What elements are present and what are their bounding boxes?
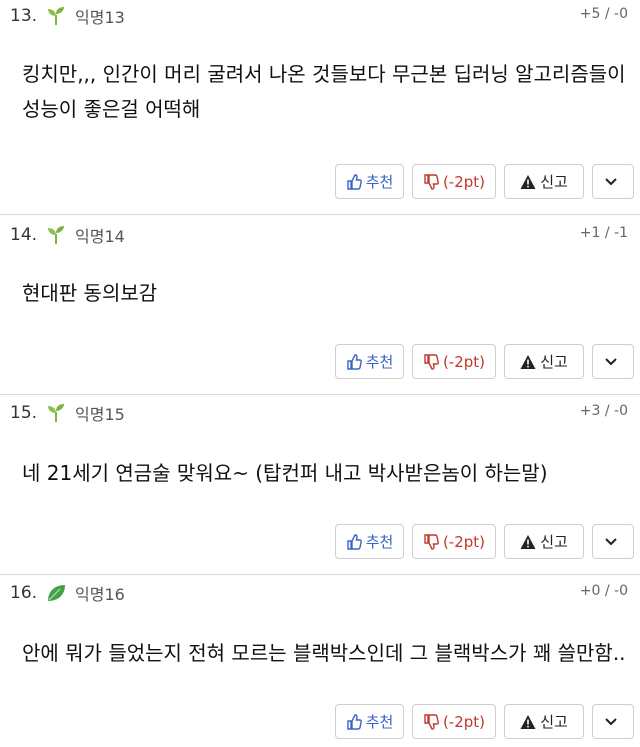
upvote-label: 추천 <box>365 173 394 191</box>
comment-number: 14. <box>10 225 38 245</box>
comment-actions: 추천 (-2pt) 신고 <box>335 704 634 739</box>
upvote-button[interactable]: 추천 <box>335 524 404 559</box>
thumbs-up-icon <box>346 713 362 730</box>
comment-number: 13. <box>10 6 38 26</box>
comment-text-line: 안에 뭐가 들었는지 전혀 모르는 블랙박스인데 그 블랙박스가 꽤 쓸만함.. <box>22 641 626 665</box>
comment-header: 15. 익명15 <box>10 401 125 425</box>
report-button[interactable]: 신고 <box>504 164 584 199</box>
downvote-button[interactable]: (-2pt) <box>412 164 496 199</box>
warning-icon <box>520 714 536 729</box>
comment-header: 13. 익명13 <box>10 4 125 28</box>
more-button[interactable] <box>592 704 634 739</box>
report-label: 신고 <box>540 353 568 371</box>
upvote-label: 추천 <box>365 353 394 371</box>
warning-icon <box>520 534 536 549</box>
comment-header: 14. 익명14 <box>10 223 125 247</box>
downvote-label: (-2pt) <box>442 712 486 731</box>
comment-number: 15. <box>10 403 38 423</box>
comment-author[interactable]: 익명16 <box>75 581 125 605</box>
comment-item: 13. 익명13 +5 / -0 킹치만,,, 인간이 머리 굴려서 나온 것들… <box>0 0 640 215</box>
sprout-icon <box>45 402 67 424</box>
comment-actions: 추천 (-2pt) 신고 <box>335 524 634 559</box>
downvote-button[interactable]: (-2pt) <box>412 704 496 739</box>
upvote-button[interactable]: 추천 <box>335 344 404 379</box>
report-button[interactable]: 신고 <box>504 704 584 739</box>
comment-text: 안에 뭐가 들었는지 전혀 모르는 블랙박스인데 그 블랙박스가 꽤 쓸만함.. <box>22 636 626 671</box>
comment-header: 16. 익명16 <box>10 581 125 605</box>
comment-text-line: 현대판 동의보감 <box>22 281 158 305</box>
thumbs-up-icon <box>346 173 362 190</box>
more-button[interactable] <box>592 164 634 199</box>
comment-author[interactable]: 익명13 <box>75 4 125 28</box>
upvote-label: 추천 <box>365 713 394 731</box>
comment-text: 현대판 동의보감 <box>22 276 626 311</box>
downvote-label: (-2pt) <box>442 532 486 551</box>
vote-count: +0 / -0 <box>579 583 628 599</box>
downvote-button[interactable]: (-2pt) <box>412 344 496 379</box>
thumbs-up-icon <box>346 353 362 370</box>
comment-actions: 추천 (-2pt) 신고 <box>335 344 634 379</box>
thumbs-down-icon <box>424 353 439 370</box>
comment-text-line: 킹치만,,, 인간이 머리 굴려서 나온 것들보다 무근본 딥러닝 알고리즘들이 <box>22 62 626 86</box>
report-label: 신고 <box>540 533 568 551</box>
chevron-down-icon <box>605 537 617 545</box>
vote-count: +3 / -0 <box>579 403 628 419</box>
comment-item: 16. 익명16 +0 / -0 안에 뭐가 들었는지 전혀 모르는 블랙박스인… <box>0 575 640 747</box>
thumbs-down-icon <box>424 173 439 190</box>
comment-author[interactable]: 익명15 <box>75 401 125 425</box>
vote-count: +5 / -0 <box>579 6 628 22</box>
comment-text-line: 성능이 좋은걸 어떡해 <box>22 97 201 121</box>
comment-text-line: 네 21세기 연금술 맞워요~ (탑컨퍼 내고 박사받은놈이 하는말) <box>22 461 548 485</box>
comment-author[interactable]: 익명14 <box>75 223 125 247</box>
thumbs-up-icon <box>346 533 362 550</box>
sprout-icon <box>45 5 67 27</box>
warning-icon <box>520 354 536 369</box>
chevron-down-icon <box>605 357 617 365</box>
more-button[interactable] <box>592 524 634 559</box>
downvote-button[interactable]: (-2pt) <box>412 524 496 559</box>
upvote-button[interactable]: 추천 <box>335 704 404 739</box>
sprout-icon <box>45 224 67 246</box>
comment-text: 킹치만,,, 인간이 머리 굴려서 나온 것들보다 무근본 딥러닝 알고리즘들이… <box>22 57 626 127</box>
upvote-button[interactable]: 추천 <box>335 164 404 199</box>
leaf-icon <box>45 582 67 604</box>
chevron-down-icon <box>605 177 617 185</box>
comment-item: 14. 익명14 +1 / -1 현대판 동의보감 추천 (-2pt) 신고 <box>0 215 640 395</box>
warning-icon <box>520 174 536 189</box>
vote-count: +1 / -1 <box>579 225 628 241</box>
comment-text: 네 21세기 연금술 맞워요~ (탑컨퍼 내고 박사받은놈이 하는말) <box>22 456 626 491</box>
downvote-label: (-2pt) <box>442 172 486 191</box>
upvote-label: 추천 <box>365 533 394 551</box>
downvote-label: (-2pt) <box>442 352 486 371</box>
comment-item: 15. 익명15 +3 / -0 네 21세기 연금술 맞워요~ (탑컨퍼 내고… <box>0 395 640 575</box>
report-label: 신고 <box>540 173 568 191</box>
thumbs-down-icon <box>424 713 439 730</box>
report-label: 신고 <box>540 713 568 731</box>
comment-number: 16. <box>10 583 38 603</box>
comment-actions: 추천 (-2pt) 신고 <box>335 164 634 199</box>
report-button[interactable]: 신고 <box>504 344 584 379</box>
chevron-down-icon <box>605 717 617 725</box>
thumbs-down-icon <box>424 533 439 550</box>
more-button[interactable] <box>592 344 634 379</box>
report-button[interactable]: 신고 <box>504 524 584 559</box>
